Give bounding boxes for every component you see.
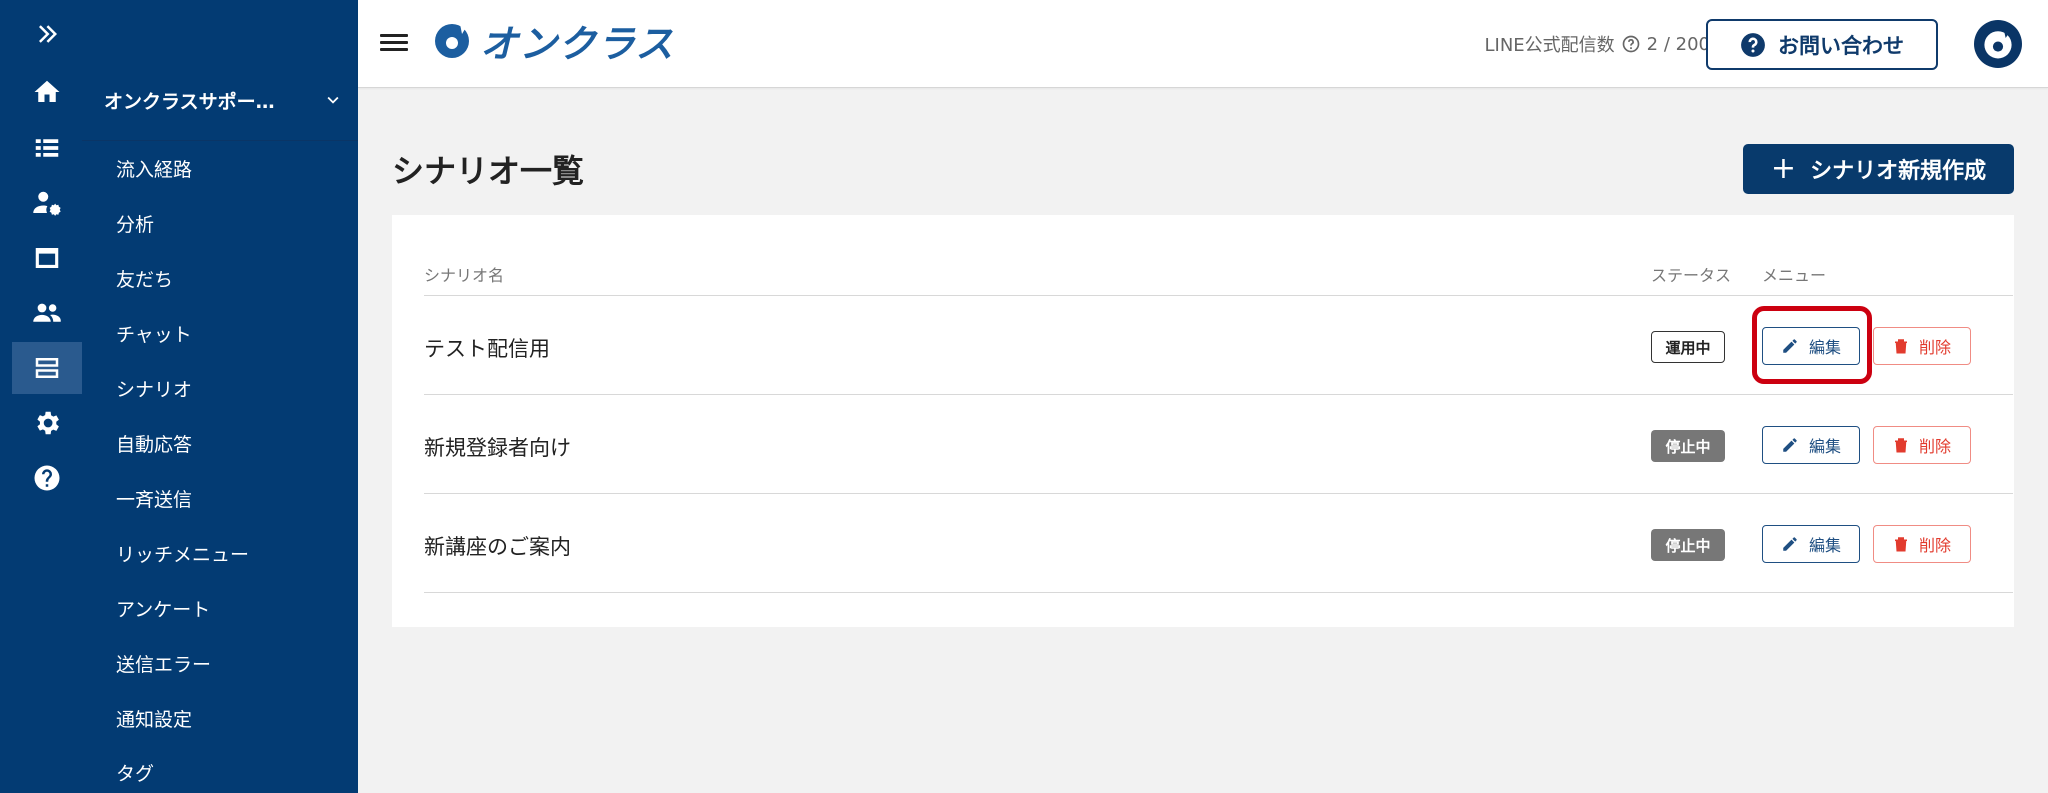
list-icon[interactable] bbox=[12, 122, 82, 174]
sidebar-item-chat[interactable]: チャット bbox=[116, 313, 346, 353]
home-icon[interactable] bbox=[12, 66, 82, 118]
page-title: シナリオ一覧 bbox=[392, 152, 585, 190]
delete-button-label: 削除 bbox=[1918, 536, 1951, 555]
delivery-quota: LINE公式配信数 2 / 200 bbox=[1484, 30, 1710, 58]
contact-button-label: お問い合わせ bbox=[1778, 33, 1904, 58]
sidebar-item-send-errors[interactable]: 送信エラー bbox=[116, 643, 346, 683]
sidebar-item-friends[interactable]: 友だち bbox=[116, 258, 346, 298]
contact-button[interactable]: お問い合わせ bbox=[1706, 19, 1938, 70]
sidebar-item-auto-reply[interactable]: 自動応答 bbox=[116, 423, 346, 463]
icon-rail bbox=[0, 0, 82, 793]
pencil-icon bbox=[1783, 537, 1797, 551]
sidebar-item-inflow[interactable]: 流入経路 bbox=[116, 148, 346, 188]
row-divider bbox=[424, 394, 2013, 395]
trash-icon bbox=[1894, 537, 1907, 552]
sidebar-item-analytics[interactable]: 分析 bbox=[116, 203, 346, 243]
delete-button[interactable]: 削除 bbox=[1873, 426, 1971, 464]
sidebar-item-notification-settings[interactable]: 通知設定 bbox=[116, 698, 346, 738]
row-divider bbox=[424, 592, 2013, 593]
sidebar-item-scenario[interactable]: シナリオ bbox=[116, 368, 346, 408]
menu-icon[interactable] bbox=[380, 30, 408, 58]
expand-icon[interactable] bbox=[12, 8, 82, 60]
scenario-name[interactable]: テスト配信用 bbox=[424, 333, 550, 363]
sidebar-item-survey[interactable]: アンケート bbox=[116, 588, 346, 628]
logo-text: オンクラス bbox=[480, 21, 675, 66]
sidebar-divider bbox=[82, 140, 358, 141]
status-badge: 運用中 bbox=[1651, 331, 1725, 363]
edit-button[interactable]: 編集 bbox=[1762, 525, 1860, 563]
trash-icon bbox=[1894, 339, 1907, 354]
new-scenario-button-label: シナリオ新規作成 bbox=[1810, 159, 1987, 184]
chevron-down-icon bbox=[327, 96, 339, 104]
avatar[interactable] bbox=[1974, 20, 2022, 68]
column-header-menu: メニュー bbox=[1762, 266, 1827, 285]
new-scenario-button[interactable]: + シナリオ新規作成 bbox=[1743, 144, 2014, 194]
user-settings-icon[interactable] bbox=[12, 177, 82, 229]
window-icon[interactable] bbox=[12, 232, 82, 284]
sidebar-item-tags[interactable]: タグ bbox=[116, 752, 346, 792]
quota-value: 2 / 200 bbox=[1646, 33, 1710, 55]
delete-button[interactable]: 削除 bbox=[1873, 525, 1971, 563]
quota-label: LINE公式配信数 bbox=[1484, 35, 1615, 56]
help-icon[interactable] bbox=[12, 452, 82, 504]
status-badge: 停止中 bbox=[1651, 529, 1725, 561]
highlight-annotation bbox=[1752, 306, 1872, 384]
delete-button-label: 削除 bbox=[1918, 437, 1951, 456]
edit-button-label: 編集 bbox=[1808, 536, 1841, 555]
sidebar: オンクラスサポー… 流入経路 分析 友だち チャット シナリオ 自動応答 一斉送… bbox=[82, 0, 358, 793]
scenario-icon[interactable] bbox=[12, 342, 82, 394]
app-logo[interactable]: オンクラス bbox=[432, 18, 674, 66]
sidebar-item-rich-menu[interactable]: リッチメニュー bbox=[116, 533, 346, 573]
sidebar-item-broadcast[interactable]: 一斉送信 bbox=[116, 478, 346, 518]
account-name: オンクラスサポー… bbox=[104, 90, 275, 113]
pencil-icon bbox=[1783, 438, 1797, 452]
gear-icon[interactable] bbox=[12, 397, 82, 449]
delete-button[interactable]: 削除 bbox=[1873, 327, 1971, 365]
account-selector[interactable]: オンクラスサポー… bbox=[104, 82, 344, 118]
avatar-logo-icon bbox=[1984, 30, 2012, 59]
top-header: オンクラス LINE公式配信数 2 / 200 お問い合わせ bbox=[358, 0, 2048, 88]
table-divider bbox=[424, 295, 2013, 296]
question-icon bbox=[1741, 32, 1765, 57]
edit-button[interactable]: 編集 bbox=[1762, 426, 1860, 464]
help-circle-icon[interactable] bbox=[1621, 34, 1641, 54]
scenario-name[interactable]: 新講座のご案内 bbox=[424, 531, 571, 561]
edit-button-label: 編集 bbox=[1808, 437, 1841, 456]
scenario-name[interactable]: 新規登録者向け bbox=[424, 432, 571, 462]
plus-icon: + bbox=[1770, 151, 1797, 186]
column-header-status: ステータス bbox=[1651, 266, 1732, 285]
status-badge: 停止中 bbox=[1651, 430, 1725, 462]
delete-button-label: 削除 bbox=[1918, 338, 1951, 357]
scenario-table-card: シナリオ名 ステータス メニュー テスト配信用 運用中 編集 削除 新規登録者向… bbox=[392, 215, 2014, 627]
trash-icon bbox=[1894, 438, 1907, 453]
logo-mark-icon bbox=[435, 24, 469, 58]
people-icon[interactable] bbox=[12, 287, 82, 339]
row-divider bbox=[424, 493, 2013, 494]
column-header-name: シナリオ名 bbox=[424, 266, 505, 285]
